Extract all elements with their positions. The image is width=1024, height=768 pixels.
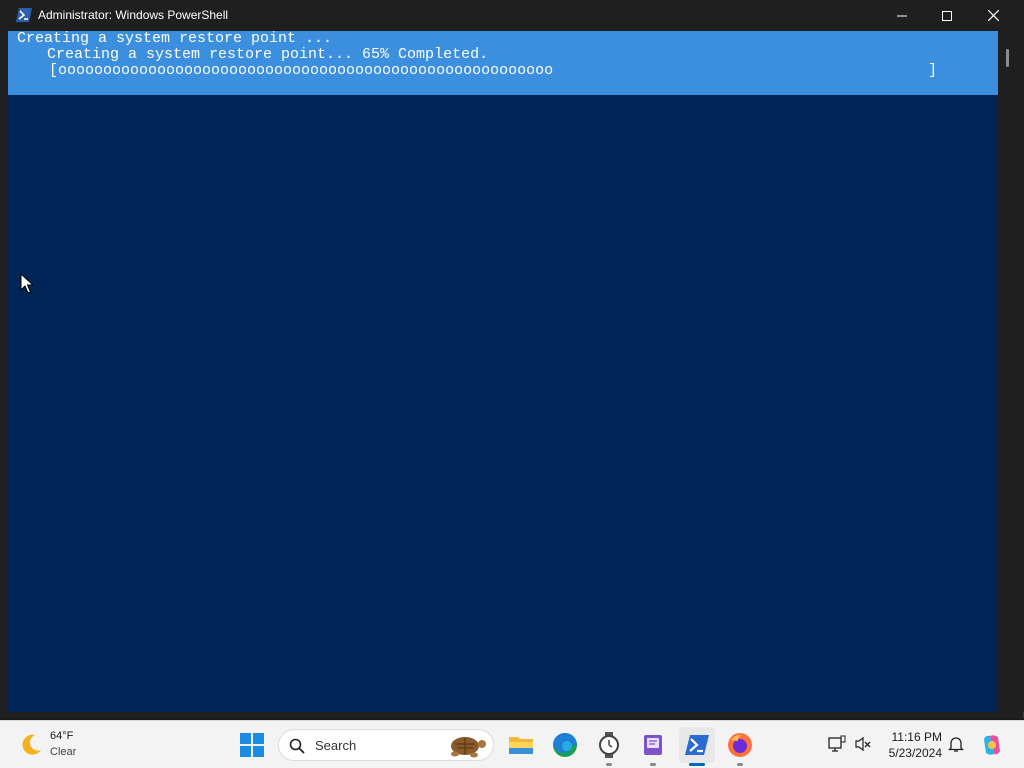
notepad-icon — [644, 735, 662, 755]
progress-panel: Creating a system restore point ... Crea… — [8, 31, 998, 95]
clock-icon — [599, 732, 619, 758]
start-icon — [240, 733, 264, 757]
edge-icon — [553, 733, 577, 757]
maximize-icon — [942, 10, 952, 21]
file-explorer-button[interactable] — [503, 727, 539, 763]
file-explorer-icon — [509, 737, 533, 754]
firefox-icon — [728, 733, 752, 757]
close-icon — [987, 10, 999, 21]
firefox-button[interactable] — [722, 727, 758, 766]
progress-bar-fill: [ooooooooooooooooooooooooooooooooooooooo… — [49, 62, 554, 79]
moon-icon — [22, 734, 41, 755]
powershell-icon — [16, 8, 32, 22]
progress-activity-text: Creating a system restore point ... — [17, 31, 333, 47]
copilot-icon[interactable] — [980, 733, 1004, 757]
taskbar-search[interactable]: Search — [278, 729, 494, 761]
minimize-icon — [897, 15, 907, 16]
volume-icon[interactable] — [854, 735, 872, 753]
bell-icon[interactable] — [948, 735, 964, 753]
minimize-button[interactable] — [879, 0, 925, 31]
clock-time[interactable]: 11:16 PM — [880, 730, 942, 744]
powershell-icon — [685, 735, 709, 755]
network-icon[interactable] — [828, 735, 846, 753]
running-indicator — [650, 763, 656, 766]
scrollbar-thumb[interactable] — [1006, 49, 1009, 67]
active-indicator — [689, 763, 705, 766]
title-bar[interactable]: Administrator: Windows PowerShell — [0, 0, 1024, 31]
search-placeholder: Search — [315, 738, 357, 753]
window-title: Administrator: Windows PowerShell — [38, 8, 229, 22]
vertical-scrollbar[interactable] — [998, 31, 1024, 712]
clock-app-button[interactable] — [591, 727, 627, 766]
weather-widget[interactable]: 64°F Clear — [18, 729, 88, 761]
notepad-button[interactable] — [635, 727, 671, 766]
progress-bar-end: ] — [928, 62, 938, 79]
weather-condition: Clear — [50, 746, 77, 758]
console-area[interactable]: Creating a system restore point ... Crea… — [8, 31, 998, 712]
desktop: Administrator: Windows PowerShell Creati… — [0, 0, 1024, 768]
edge-button[interactable] — [547, 727, 583, 763]
close-button[interactable] — [970, 0, 1016, 31]
taskbar: 64°F Clear Search 11:16 PM 5/23/2024 — [0, 720, 1024, 768]
mouse-pointer-icon — [20, 273, 34, 294]
progress-status-text: Creating a system restore point... 65% C… — [47, 46, 489, 63]
running-indicator — [737, 763, 743, 766]
search-icon — [289, 738, 305, 754]
powershell-taskbar-button[interactable] — [679, 727, 715, 766]
weather-temperature: 64°F — [50, 730, 74, 742]
clock-date[interactable]: 5/23/2024 — [880, 746, 942, 760]
start-button[interactable] — [234, 727, 270, 763]
running-indicator — [606, 763, 612, 766]
turtle-icon — [451, 737, 486, 758]
maximize-button[interactable] — [924, 0, 970, 31]
powershell-window[interactable]: Administrator: Windows PowerShell Creati… — [0, 0, 1024, 718]
